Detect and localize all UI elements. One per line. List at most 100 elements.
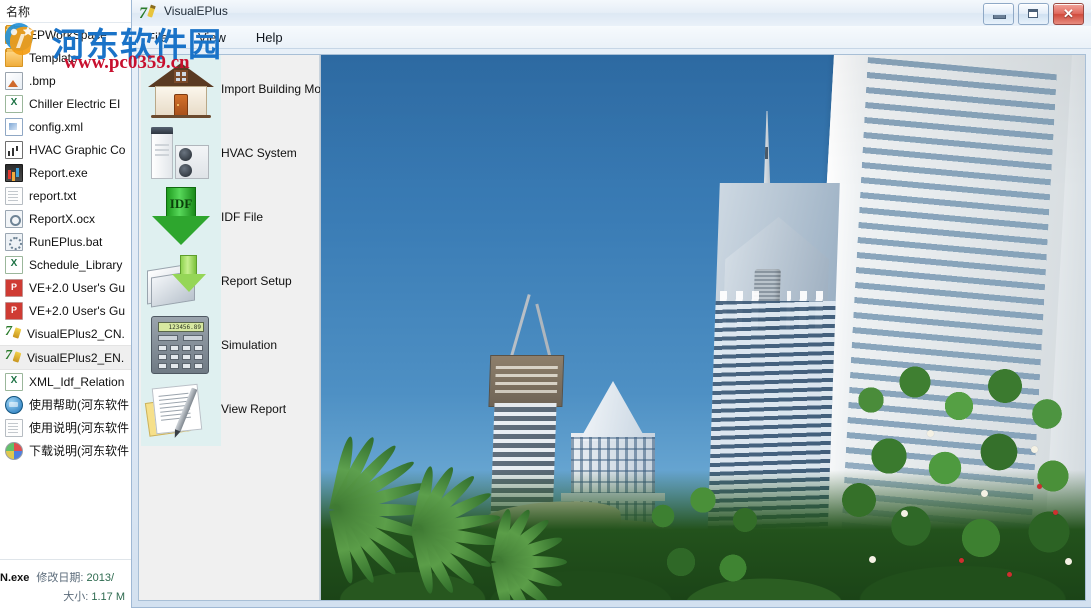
explorer-details-pane: N.exe 修改日期: 2013/ 大小: 1.17 M xyxy=(0,559,131,608)
file-list-item[interactable]: ReportX.ocx xyxy=(0,207,131,230)
file-list-item[interactable]: report.txt xyxy=(0,184,131,207)
details-row-size: 大小: 1.17 M xyxy=(0,588,131,604)
file-list-item[interactable]: Schedule_Library xyxy=(0,253,131,276)
colorful-ball-icon xyxy=(5,441,23,460)
nav-item-label: IDF File xyxy=(221,210,263,224)
folder-icon xyxy=(5,47,23,67)
hvac-unit-icon xyxy=(139,121,221,185)
pdf-file-icon xyxy=(5,301,23,320)
file-name-label: Report.exe xyxy=(29,165,88,180)
visualeplus-app-icon xyxy=(5,324,21,342)
menu-item-help[interactable]: Help xyxy=(253,29,286,46)
file-list-item[interactable]: 使用帮助(河东软件 xyxy=(0,393,131,416)
text-file-icon xyxy=(5,186,23,205)
excel-file-icon xyxy=(5,94,23,113)
window-title: VisualEPlus xyxy=(164,4,228,18)
visualeplus-app-icon: 7 xyxy=(140,4,156,22)
file-list-item[interactable]: config.xml xyxy=(0,115,131,138)
file-name-label: Chiller Electric EI xyxy=(29,96,121,111)
nav-item-view-report[interactable]: View Report xyxy=(139,377,319,441)
details-modified-value: 2013/ xyxy=(86,572,115,584)
file-name-label: 使用帮助(河东软件 xyxy=(29,398,129,412)
batch-file-icon xyxy=(5,232,23,251)
nav-item-hvac-system[interactable]: HVAC System xyxy=(139,121,319,185)
file-list[interactable]: EPWorkSpace Template .bmp Chiller Electric … xyxy=(0,23,131,462)
details-file-name: N.exe xyxy=(0,572,30,584)
visualeplus-window: 7 VisualEPlus ✕ File View Help xyxy=(131,0,1091,608)
nav-item-report-setup[interactable]: Report Setup xyxy=(139,249,319,313)
file-list-item[interactable]: VisualEPlus2_CN. xyxy=(0,322,131,345)
flowering-bush xyxy=(841,360,1085,600)
green-down-arrow-idf-icon: IDF xyxy=(139,185,221,249)
window-client-area: Import Building Model HVAC System IDF ID… xyxy=(132,48,1091,607)
svg-text:7: 7 xyxy=(140,5,148,22)
nav-item-label: HVAC System xyxy=(221,146,297,160)
maximize-button[interactable] xyxy=(1018,3,1049,25)
file-name-label: VisualEPlus2_EN. xyxy=(27,350,125,365)
close-icon: ✕ xyxy=(1063,6,1074,21)
file-name-label: report.txt xyxy=(29,188,77,203)
file-list-item[interactable]: VE+2.0 User's Gu xyxy=(0,299,131,322)
splash-photo xyxy=(320,55,1085,600)
file-name-label: 使用说明(河东软件 xyxy=(29,421,129,435)
file-list-item[interactable]: Chiller Electric EI xyxy=(0,92,131,115)
report-download-arrow-icon xyxy=(139,249,221,313)
file-list-item[interactable]: Template xyxy=(0,46,131,69)
file-list-item[interactable]: XML_Idf_Relation xyxy=(0,370,131,393)
application-exe-icon xyxy=(5,163,23,182)
file-name-label: EPWorkSpace xyxy=(29,27,107,42)
internet-shortcut-icon xyxy=(5,395,23,414)
house-icon xyxy=(139,57,221,121)
minimize-button[interactable] xyxy=(983,3,1014,25)
explorer-column-header: 名称 xyxy=(0,0,131,23)
workflow-nav-panel[interactable]: Import Building Model HVAC System IDF ID… xyxy=(139,55,337,600)
nav-item-simulation[interactable]: 123456.89 Simulation xyxy=(139,313,319,377)
pdf-file-icon xyxy=(5,278,23,297)
menu-bar[interactable]: File View Help xyxy=(132,26,1091,49)
menu-item-file[interactable]: File xyxy=(144,29,171,46)
idf-badge-label: IDF xyxy=(169,196,193,211)
file-name-label: VE+2.0 User's Gu xyxy=(29,280,125,295)
file-list-item[interactable]: 使用说明(河东软件 xyxy=(0,416,131,439)
calculator-icon: 123456.89 xyxy=(139,313,221,377)
file-name-label: VE+2.0 User's Gu xyxy=(29,303,125,318)
nav-item-idf-file[interactable]: IDF IDF File xyxy=(139,185,319,249)
file-name-label: ReportX.ocx xyxy=(29,211,96,226)
nav-item-import-building-model[interactable]: Import Building Model xyxy=(139,57,337,121)
window-titlebar[interactable]: 7 VisualEPlus ✕ xyxy=(132,0,1091,26)
text-file-icon xyxy=(5,418,23,437)
file-list-item[interactable]: 下载说明(河东软件 xyxy=(0,439,131,462)
calculator-display: 123456.89 xyxy=(168,324,201,331)
column-header-name: 名称 xyxy=(6,5,31,19)
visualeplus-app-icon xyxy=(5,348,21,366)
details-row-modified: N.exe 修改日期: 2013/ xyxy=(0,569,131,585)
file-list-item[interactable]: VisualEPlus2_EN. xyxy=(0,345,131,370)
details-size-label: 大小: xyxy=(63,591,89,603)
excel-file-icon xyxy=(5,372,23,391)
nav-item-label: Simulation xyxy=(221,338,278,352)
file-list-item[interactable]: EPWorkSpace xyxy=(0,23,131,46)
file-name-label: XML_Idf_Relation xyxy=(29,374,125,389)
file-list-item[interactable]: RunEPlus.bat xyxy=(0,230,131,253)
file-list-item[interactable]: Report.exe xyxy=(0,161,131,184)
menu-item-view[interactable]: View xyxy=(195,29,229,46)
file-list-item[interactable]: .bmp xyxy=(0,69,131,92)
xml-file-icon xyxy=(5,117,23,136)
close-button[interactable]: ✕ xyxy=(1053,3,1084,25)
maximize-icon xyxy=(1028,9,1038,18)
file-name-label: Template xyxy=(29,50,78,65)
ocx-control-icon xyxy=(5,209,23,228)
nav-item-label: Report Setup xyxy=(221,274,292,288)
excel-file-icon xyxy=(5,255,23,274)
file-list-item[interactable]: HVAC Graphic Co xyxy=(0,138,131,161)
file-explorer-background: 名称 EPWorkSpace Template .bmp Chiller Electr… xyxy=(0,0,131,608)
folder-icon xyxy=(5,24,23,44)
document-pen-icon xyxy=(139,377,221,441)
file-name-label: config.xml xyxy=(29,119,84,134)
details-size-value: 1.17 M xyxy=(91,591,125,603)
mid-shrub xyxy=(641,486,791,596)
file-name-label: Schedule_Library xyxy=(29,257,123,272)
file-name-label: 下载说明(河东软件 xyxy=(29,444,129,458)
file-list-item[interactable]: VE+2.0 User's Gu xyxy=(0,276,131,299)
chart-file-icon xyxy=(5,140,23,159)
